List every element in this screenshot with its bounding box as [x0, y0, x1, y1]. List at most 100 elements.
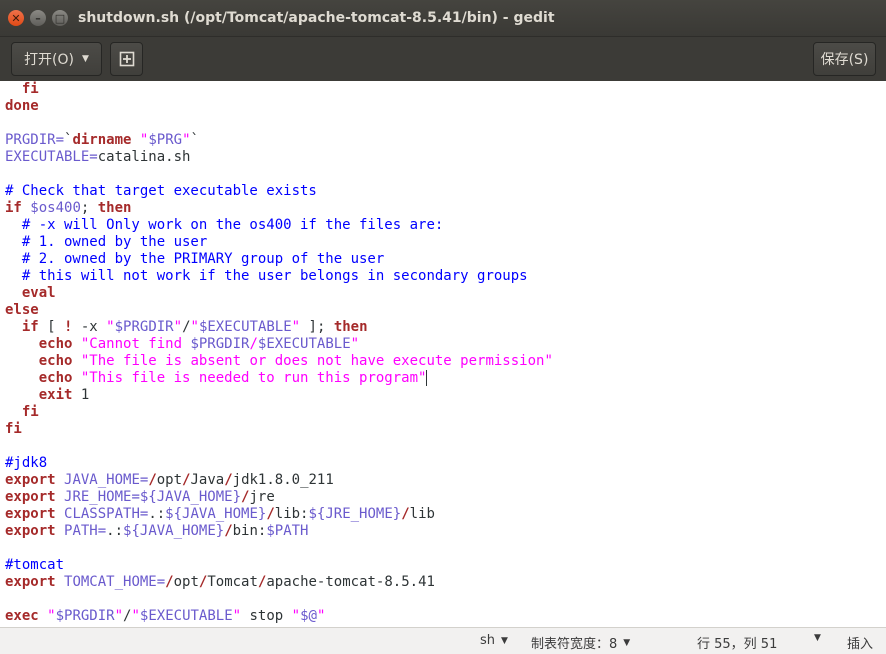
code-line[interactable]: #jdk8: [5, 455, 553, 472]
code-line[interactable]: exec "$PRGDIR"/"$EXECUTABLE" stop "$@": [5, 608, 553, 625]
code-token: ": [47, 608, 56, 624]
code-token: eval: [21, 285, 56, 301]
code-line[interactable]: fi: [5, 421, 553, 438]
text-editor[interactable]: fi done PRGDIR=`dirname "$PRG"` EXECUTABLE=…: [0, 81, 886, 627]
code-line[interactable]: PRGDIR=`dirname "$PRG"`: [5, 132, 553, 149]
code-token: $PATH: [266, 523, 309, 539]
code-token: ": [190, 319, 199, 335]
position-menu-arrow[interactable]: ▼: [814, 633, 821, 643]
code-line[interactable]: # -x will Only work on the os400 if the …: [5, 217, 553, 234]
code-token: # Check that target executable exists: [5, 183, 317, 199]
code-line[interactable]: else: [5, 302, 553, 319]
code-token: ": [316, 608, 326, 624]
code-line[interactable]: # this will not work if the user belongs…: [5, 268, 553, 285]
code-line[interactable]: [5, 166, 553, 183]
code-token: echo: [38, 370, 73, 386]
code-token: /: [148, 472, 157, 488]
code-line[interactable]: #tomcat: [5, 557, 553, 574]
language-selector[interactable]: sh ▼: [480, 633, 508, 648]
code-token: $PRG: [148, 132, 183, 148]
code-line[interactable]: if [ ! -x "$PRGDIR"/"$EXECUTABLE" ]; the…: [5, 319, 553, 336]
code-line[interactable]: [5, 115, 553, 132]
code-token: # -x will Only work on the os400 if the …: [21, 217, 444, 233]
code-line[interactable]: export JRE_HOME=${JAVA_HOME}/jre: [5, 489, 553, 506]
code-token: export: [5, 574, 56, 590]
code-token: ": [291, 319, 301, 335]
code-token: Tomcat: [207, 574, 258, 590]
code-token: JRE_HOME=: [64, 489, 140, 505]
code-line[interactable]: if $os400; then: [5, 200, 553, 217]
chevron-down-icon: ▼: [501, 635, 508, 646]
code-token: TOMCAT_HOME=: [64, 574, 166, 590]
code-token: export: [5, 523, 56, 539]
open-button[interactable]: 打开(O) ▼: [11, 42, 102, 76]
code-token: /: [165, 574, 174, 590]
code-line[interactable]: exit 1: [5, 387, 553, 404]
tab-width-selector[interactable]: 制表符宽度：8 ▼: [531, 633, 630, 652]
code-line[interactable]: eval: [5, 285, 553, 302]
new-document-icon: [119, 51, 134, 67]
save-button[interactable]: 保存(S): [813, 42, 876, 76]
code-token: $PRGDIR: [190, 336, 250, 352]
code-line[interactable]: export JAVA_HOME=/opt/Java/jdk1.8.0_211: [5, 472, 553, 489]
code-line[interactable]: [5, 540, 553, 557]
maximize-window-button[interactable]: □: [52, 10, 68, 26]
code-token: $EXECUTABLE: [257, 336, 351, 352]
code-token: apache-tomcat-8.5.41: [266, 574, 435, 590]
code-token: $EXECUTABLE: [198, 319, 292, 335]
code-token: PATH=: [64, 523, 107, 539]
code-token: "The file is absent or does not have exe…: [80, 353, 553, 369]
code-token: $EXECUTABLE: [139, 608, 233, 624]
insert-mode[interactable]: 插入: [847, 633, 873, 652]
code-line[interactable]: export CLASSPATH=.:${JAVA_HOME}/lib:${JR…: [5, 506, 553, 523]
code-token: `: [190, 132, 199, 148]
code-line[interactable]: fi: [5, 404, 553, 421]
code-token: /: [224, 472, 233, 488]
minimize-window-button[interactable]: –: [30, 10, 46, 26]
code-line[interactable]: echo "Cannot find $PRGDIR/$EXECUTABLE": [5, 336, 553, 353]
code-token: if: [21, 319, 39, 335]
code-token: jre: [249, 489, 275, 505]
close-window-button[interactable]: ✕: [8, 10, 24, 26]
code-token: ": [173, 319, 183, 335]
code-token: -x: [72, 319, 107, 335]
code-token: exit: [38, 387, 73, 403]
code-token: then: [333, 319, 368, 335]
close-icon: ✕: [11, 11, 21, 25]
code-line[interactable]: EXECUTABLE=catalina.sh: [5, 149, 553, 166]
code-token: JAVA_HOME=: [64, 472, 149, 488]
code-area[interactable]: fi done PRGDIR=`dirname "$PRG"` EXECUTABLE=…: [5, 81, 553, 625]
code-line[interactable]: # 2. owned by the PRIMARY group of the u…: [5, 251, 553, 268]
code-token: ];: [300, 319, 334, 335]
code-line[interactable]: # Check that target executable exists: [5, 183, 553, 200]
title-bar: ✕ – □ shutdown.sh (/opt/Tomcat/apache-to…: [0, 0, 886, 36]
code-line[interactable]: echo "This file is needed to run this pr…: [5, 370, 553, 387]
code-line[interactable]: [5, 591, 553, 608]
code-token: echo: [38, 336, 73, 352]
code-line[interactable]: export TOMCAT_HOME=/opt/Tomcat/apache-to…: [5, 574, 553, 591]
code-token: $@: [300, 608, 317, 624]
code-line[interactable]: # 1. owned by the user: [5, 234, 553, 251]
window-title: shutdown.sh (/opt/Tomcat/apache-tomcat-8…: [78, 10, 555, 26]
code-token: stop: [241, 608, 292, 624]
code-line[interactable]: fi: [5, 81, 553, 98]
code-token: ${JAVA_HOME}: [165, 506, 267, 522]
code-token: PRGDIR=: [5, 132, 65, 148]
code-token: opt: [156, 472, 183, 488]
code-line[interactable]: [5, 438, 553, 455]
cursor-position[interactable]: 行 55，列 51: [697, 633, 777, 652]
minimize-icon: –: [35, 11, 41, 25]
code-line[interactable]: echo "The file is absent or does not hav…: [5, 353, 553, 370]
code-line[interactable]: done: [5, 98, 553, 115]
code-token: export: [5, 506, 56, 522]
code-line[interactable]: export PATH=.:${JAVA_HOME}/bin:$PATH: [5, 523, 553, 540]
new-tab-button[interactable]: [110, 42, 143, 76]
